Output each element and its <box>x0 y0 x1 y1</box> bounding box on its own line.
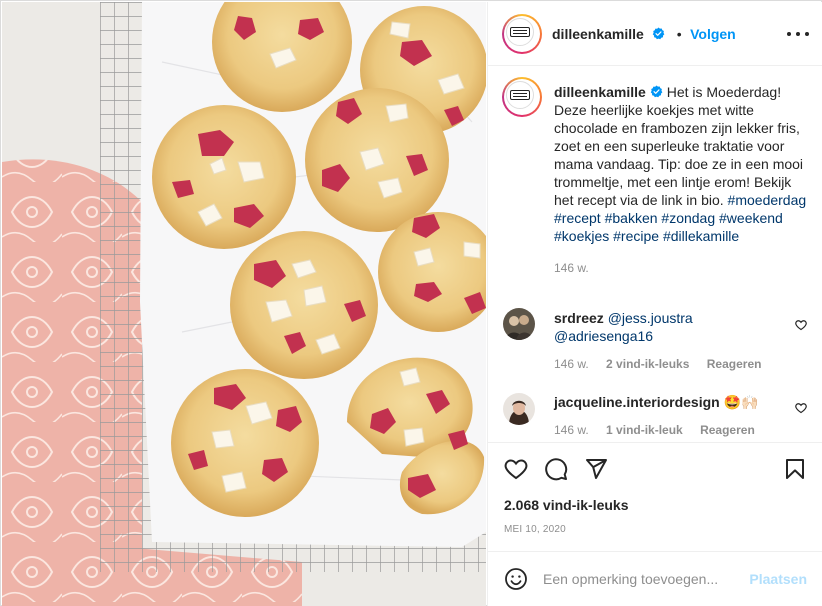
comment-username[interactable]: srdreez <box>554 310 604 326</box>
post-comment-button[interactable]: Plaatsen <box>749 571 807 587</box>
separator-dot: • <box>676 26 682 42</box>
header-username[interactable]: dilleenkamille <box>552 26 644 42</box>
comment-avatar[interactable] <box>503 308 535 340</box>
comment-age: 146 w. <box>554 423 589 437</box>
account-avatar[interactable] <box>502 14 542 54</box>
reply-button[interactable]: Reageren <box>707 357 762 371</box>
comment-icon[interactable] <box>544 457 568 481</box>
comment-avatar[interactable] <box>503 393 535 425</box>
caption-body: Het is Moederdag! Deze heerlijke koekjes… <box>554 84 804 208</box>
follow-button[interactable]: Volgen <box>690 26 736 42</box>
verified-badge-icon <box>650 85 663 98</box>
comment-emoji: 🤩🙌🏻 <box>723 394 759 410</box>
caption-avatar[interactable] <box>502 77 542 117</box>
user-photo-icon <box>503 393 535 425</box>
likes-count[interactable]: 2.068 vind-ik-leuks <box>504 497 629 513</box>
comment-mention[interactable]: @jess.joustra <box>608 310 693 326</box>
comment: jacqueline.interiordesign 🤩🙌🏻 146 w. 1 v… <box>554 393 784 439</box>
heart-icon[interactable] <box>504 457 528 481</box>
caption-username[interactable]: dilleenkamille <box>554 84 646 100</box>
post-date: MEI 10, 2020 <box>504 524 566 535</box>
cookies-photo <box>2 2 486 606</box>
comment-meta: 146 w. 1 vind-ik-leuk Reageren <box>554 421 784 439</box>
header-identity: dilleenkamille • Volgen <box>552 26 736 44</box>
comment: srdreez @jess.joustra @adriesenga16 146 … <box>554 309 784 373</box>
reply-button[interactable]: Reageren <box>700 423 755 437</box>
more-options-icon[interactable] <box>787 25 809 43</box>
bookmark-icon[interactable] <box>783 457 807 481</box>
comment-likes[interactable]: 1 vind-ik-leuk <box>606 423 683 437</box>
instagram-post-modal: dilleenkamille • Volgen dilleenkamille H… <box>0 0 822 606</box>
caption-age: 146 w. <box>554 261 589 275</box>
comment-age: 146 w. <box>554 357 589 371</box>
like-comment-heart-icon[interactable] <box>795 402 807 414</box>
dille-kamille-logo <box>506 81 534 109</box>
comment-likes[interactable]: 2 vind-ik-leuks <box>606 357 689 371</box>
add-comment-bar: Plaatsen <box>488 551 822 606</box>
verified-badge-icon <box>653 27 665 40</box>
comment-username[interactable]: jacqueline.interiordesign <box>554 394 720 410</box>
post-side-panel: dilleenkamille • Volgen dilleenkamille H… <box>487 2 822 606</box>
post-header: dilleenkamille • Volgen <box>488 2 822 66</box>
comments-section: dilleenkamille Het is Moederdag! Deze he… <box>488 67 822 441</box>
dille-kamille-logo <box>506 18 534 46</box>
comment-mention[interactable]: @adriesenga16 <box>554 328 653 344</box>
post-photo[interactable] <box>2 2 486 606</box>
share-icon[interactable] <box>584 457 608 481</box>
emoji-icon[interactable] <box>504 567 528 591</box>
post-caption: dilleenkamille Het is Moederdag! Deze he… <box>554 83 814 277</box>
comment-meta: 146 w. 2 vind-ik-leuks Reageren <box>554 355 784 373</box>
comment-input[interactable] <box>543 569 743 589</box>
like-comment-heart-icon[interactable] <box>795 319 807 331</box>
user-photo-icon <box>503 308 535 340</box>
